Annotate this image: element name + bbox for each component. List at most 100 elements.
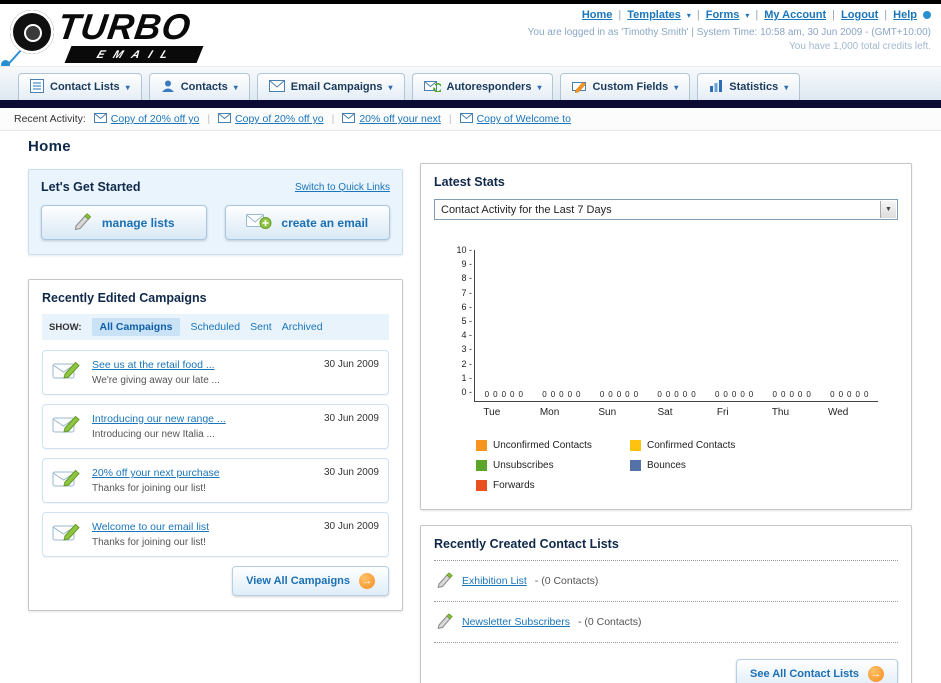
campaign-text: Welcome to our email list Thanks for joi… — [92, 519, 314, 550]
bar-group: 00000 — [763, 390, 821, 401]
login-status-text: You are logged in as 'Timothy Smith' | S… — [527, 27, 931, 38]
campaign-row[interactable]: See us at the retail food ... We're givi… — [42, 350, 389, 395]
pencil-icon — [73, 212, 93, 233]
top-nav-forms[interactable]: Forms — [706, 9, 740, 21]
tab-contact-lists[interactable]: Contact Lists ▾ — [18, 73, 142, 100]
recent-activity-item[interactable]: 20% off your next — [342, 112, 441, 126]
contact-list-link[interactable]: Exhibition List — [462, 575, 527, 587]
y-tick-label: 3 - — [461, 344, 472, 355]
separator: | — [755, 9, 759, 21]
stats-period-select[interactable]: Contact Activity for the Last 7 Days ▼ — [434, 199, 898, 220]
manage-lists-button[interactable]: manage lists — [41, 205, 207, 240]
contact-lists-title: Recently Created Contact Lists — [434, 537, 898, 561]
contact-list-detail: - (0 Contacts) — [534, 575, 599, 587]
contact-list-row[interactable]: Exhibition List - (0 Contacts) — [434, 561, 898, 602]
see-all-contact-lists-label: See All Contact Lists — [749, 668, 859, 680]
switch-quick-links-link[interactable]: Switch to Quick Links — [295, 182, 390, 193]
y-tick-label: 2 - — [461, 358, 472, 369]
pencil-icon — [436, 571, 454, 591]
bar-value-label: 0 — [599, 390, 605, 399]
bar-value-label: 0 — [772, 390, 777, 399]
campaign-subtitle: We're giving away our late ... — [92, 375, 220, 386]
legend-swatch — [630, 460, 641, 471]
see-all-contact-lists-button[interactable]: See All Contact Lists → — [735, 659, 898, 683]
separator: | — [618, 9, 622, 21]
campaigns-title: Recently Edited Campaigns — [42, 291, 207, 305]
top-nav-help[interactable]: Help — [893, 9, 917, 21]
bar-value-label: 0 — [748, 390, 754, 399]
legend-swatch — [476, 460, 487, 471]
help-dot-icon — [923, 11, 931, 19]
contact-list-row[interactable]: Newsletter Subscribers - (0 Contacts) — [434, 602, 898, 643]
x-tick-label: Tue — [483, 407, 501, 418]
top-nav-templates[interactable]: Templates — [627, 9, 681, 21]
chevron-down-icon: ▾ — [388, 82, 393, 92]
header: TURBO EMAIL Home | Templates ▾ | Forms ▾… — [0, 4, 941, 69]
tab-statistics[interactable]: Statistics ▾ — [697, 73, 801, 100]
logo-title: TURBO — [55, 6, 194, 47]
chevron-down-icon: ▾ — [674, 82, 679, 92]
campaign-title-link[interactable]: Introducing our new range ... — [92, 413, 226, 425]
arrow-right-icon: → — [359, 573, 375, 589]
legend-label: Unconfirmed Contacts — [493, 440, 592, 451]
campaign-title-link[interactable]: 20% off your next purchase — [92, 467, 220, 479]
campaign-title-link[interactable]: See us at the retail food ... — [92, 359, 215, 371]
contact-activity-chart: 10 -9 -8 -7 -6 -5 -4 -3 -2 -1 -0 - 00000… — [434, 245, 898, 402]
arrow-right-icon: → — [868, 666, 884, 682]
bar-value-label: 0 — [559, 390, 564, 399]
x-tick-label: Sun — [598, 407, 617, 418]
legend-item: Unsubscribes — [476, 460, 618, 471]
bar-value-label: 0 — [781, 390, 786, 399]
filter-archived[interactable]: Archived — [282, 321, 323, 333]
campaign-row[interactable]: Welcome to our email list Thanks for joi… — [42, 512, 389, 557]
y-tick-label: 1 - — [461, 372, 472, 383]
separator: | — [832, 9, 836, 21]
filter-all-campaigns[interactable]: All Campaigns — [91, 318, 181, 336]
recent-activity-item[interactable]: Copy of 20% off yo — [218, 112, 324, 126]
recent-activity-item[interactable]: Copy of Welcome to — [459, 112, 571, 126]
bar-group: 00000 — [705, 390, 763, 401]
tab-contacts[interactable]: Contacts ▾ — [148, 73, 250, 100]
campaign-subtitle: Introducing our new Italia ... — [92, 429, 215, 440]
top-nav-home[interactable]: Home — [582, 9, 613, 21]
bar-value-label: 0 — [625, 390, 630, 399]
campaign-date: 30 Jun 2009 — [323, 521, 379, 532]
view-all-campaigns-button[interactable]: View All Campaigns → — [232, 566, 389, 596]
recent-activity-item[interactable]: Copy of 20% off yo — [93, 112, 199, 126]
campaign-row[interactable]: Introducing our new range ... Introducin… — [42, 404, 389, 449]
create-email-button[interactable]: create an email — [224, 205, 390, 240]
bar-value-label: 0 — [714, 390, 720, 399]
separator: | — [448, 113, 452, 125]
get-started-panel: Let's Get Started Switch to Quick Links … — [28, 169, 403, 255]
speedometer-icon — [10, 10, 54, 54]
bar-value-label: 0 — [616, 390, 622, 399]
campaign-title-link[interactable]: Welcome to our email list — [92, 521, 209, 533]
latest-stats-panel: Latest Stats Contact Activity for the La… — [420, 163, 912, 510]
chart-plot-area: 00000000000000000000000000000000000 — [474, 250, 878, 402]
x-tick-label: Mon — [539, 407, 560, 418]
bar-value-label: 0 — [691, 390, 696, 399]
legend-label: Unsubscribes — [493, 460, 554, 471]
legend-item: Confirmed Contacts — [630, 440, 772, 451]
envelope-icon — [93, 112, 107, 126]
campaign-subtitle: Thanks for joining our list! — [92, 537, 206, 548]
filter-sent[interactable]: Sent — [250, 321, 272, 333]
top-nav-logout[interactable]: Logout — [841, 9, 878, 21]
email-campaigns-icon — [268, 79, 285, 95]
tab-custom-fields[interactable]: Custom Fields ▾ — [560, 73, 691, 100]
contact-lists-icon — [30, 78, 44, 96]
campaigns-panel: Recently Edited Campaigns SHOW: All Camp… — [28, 279, 403, 611]
campaign-text: See us at the retail food ... We're givi… — [92, 357, 314, 388]
contact-list-link[interactable]: Newsletter Subscribers — [462, 616, 570, 628]
top-nav-my-account[interactable]: My Account — [764, 9, 826, 21]
filter-scheduled[interactable]: Scheduled — [190, 321, 240, 333]
campaign-row[interactable]: 20% off your next purchase Thanks for jo… — [42, 458, 389, 503]
tab-autoresponders[interactable]: Autoresponders ▾ — [411, 73, 554, 100]
tab-label: Autoresponders — [446, 81, 532, 93]
campaign-text: 20% off your next purchase Thanks for jo… — [92, 465, 314, 496]
tab-label: Statistics — [729, 81, 779, 93]
bar-value-label: 0 — [731, 390, 737, 399]
bar-value-label: 0 — [863, 390, 869, 399]
tab-email-campaigns[interactable]: Email Campaigns ▾ — [256, 73, 405, 100]
top-nav: Home | Templates ▾ | Forms ▾ | My Accoun… — [582, 9, 931, 21]
